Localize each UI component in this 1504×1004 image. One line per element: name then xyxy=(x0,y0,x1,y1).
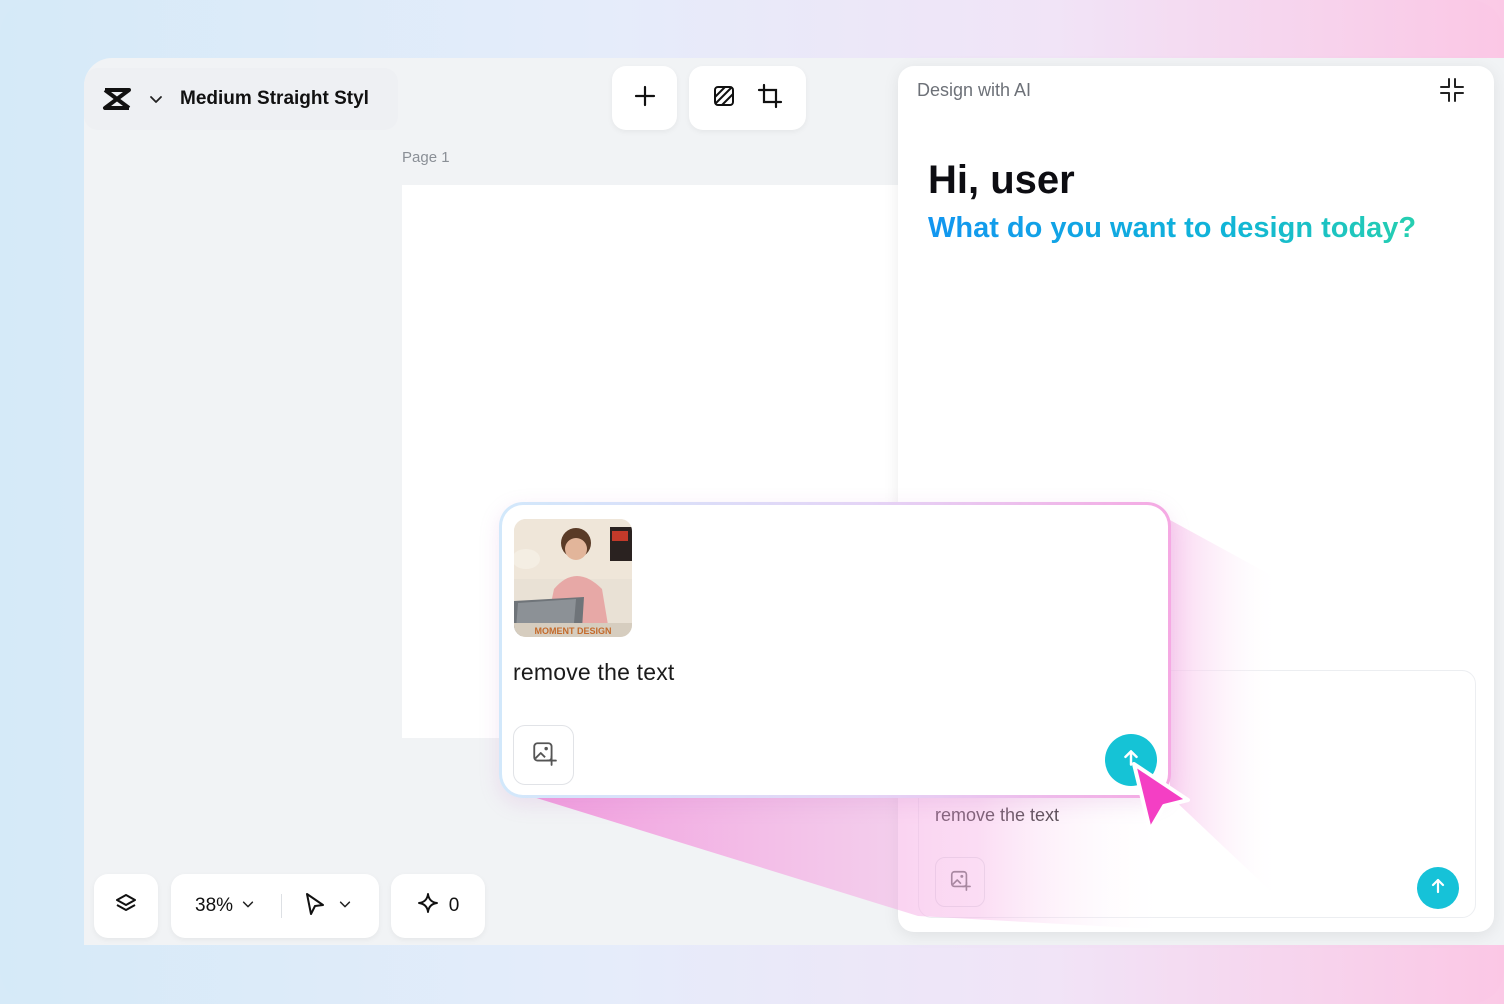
prompt-text[interactable]: remove the text xyxy=(935,805,1059,826)
page-label: Page 1 xyxy=(402,149,450,166)
capcut-logo-icon xyxy=(102,86,134,112)
thumbnail-caption: MOMENT DESIGN xyxy=(534,626,611,636)
send-button[interactable] xyxy=(1417,867,1459,909)
hatch-fill-icon[interactable] xyxy=(712,84,736,113)
project-menu[interactable]: Medium Straight Styl xyxy=(84,68,398,130)
add-image-icon xyxy=(949,869,971,896)
chevron-down-icon[interactable] xyxy=(148,91,164,107)
canvas-tools xyxy=(689,66,806,130)
greeting: Hi, user xyxy=(928,158,1075,202)
sparkle-icon xyxy=(417,892,439,920)
add-element-button[interactable] xyxy=(612,66,677,130)
layers-icon xyxy=(114,892,138,921)
ai-panel-title: Design with AI xyxy=(917,80,1032,100)
zoom-level[interactable]: 38% xyxy=(195,895,233,917)
window-frame: Medium Straight Styl Page 1 38% 0 Design… xyxy=(0,0,1504,1004)
zoomed-prompt-callout: MOMENT DESIGN remove the text xyxy=(499,502,1171,798)
chevron-down-icon[interactable] xyxy=(241,897,255,916)
add-image-button[interactable] xyxy=(513,725,574,785)
ai-credits-button[interactable]: 0 xyxy=(391,874,485,938)
callout-prompt-text[interactable]: remove the text xyxy=(513,659,675,686)
plus-icon xyxy=(633,84,657,113)
ai-credit-count: 0 xyxy=(448,895,460,916)
project-title[interactable]: Medium Straight Styl xyxy=(180,88,369,110)
divider xyxy=(281,894,283,918)
zoom-pointer-group: 38% xyxy=(171,874,379,938)
mouse-cursor-icon xyxy=(1132,762,1190,832)
attached-image-thumbnail[interactable]: MOMENT DESIGN xyxy=(514,519,632,637)
chevron-down-icon[interactable] xyxy=(338,897,352,916)
add-image-button[interactable] xyxy=(935,857,985,907)
resize-frame-icon[interactable] xyxy=(757,83,783,114)
collapse-icon[interactable] xyxy=(1438,76,1466,104)
add-image-icon xyxy=(531,740,557,771)
subheading: What do you want to design today? xyxy=(928,212,1417,244)
arrow-up-icon xyxy=(1429,877,1447,900)
ai-panel: Design with AI Hi, user What do you want… xyxy=(898,66,1494,932)
layers-button[interactable] xyxy=(94,874,158,938)
pointer-icon[interactable] xyxy=(304,892,326,921)
